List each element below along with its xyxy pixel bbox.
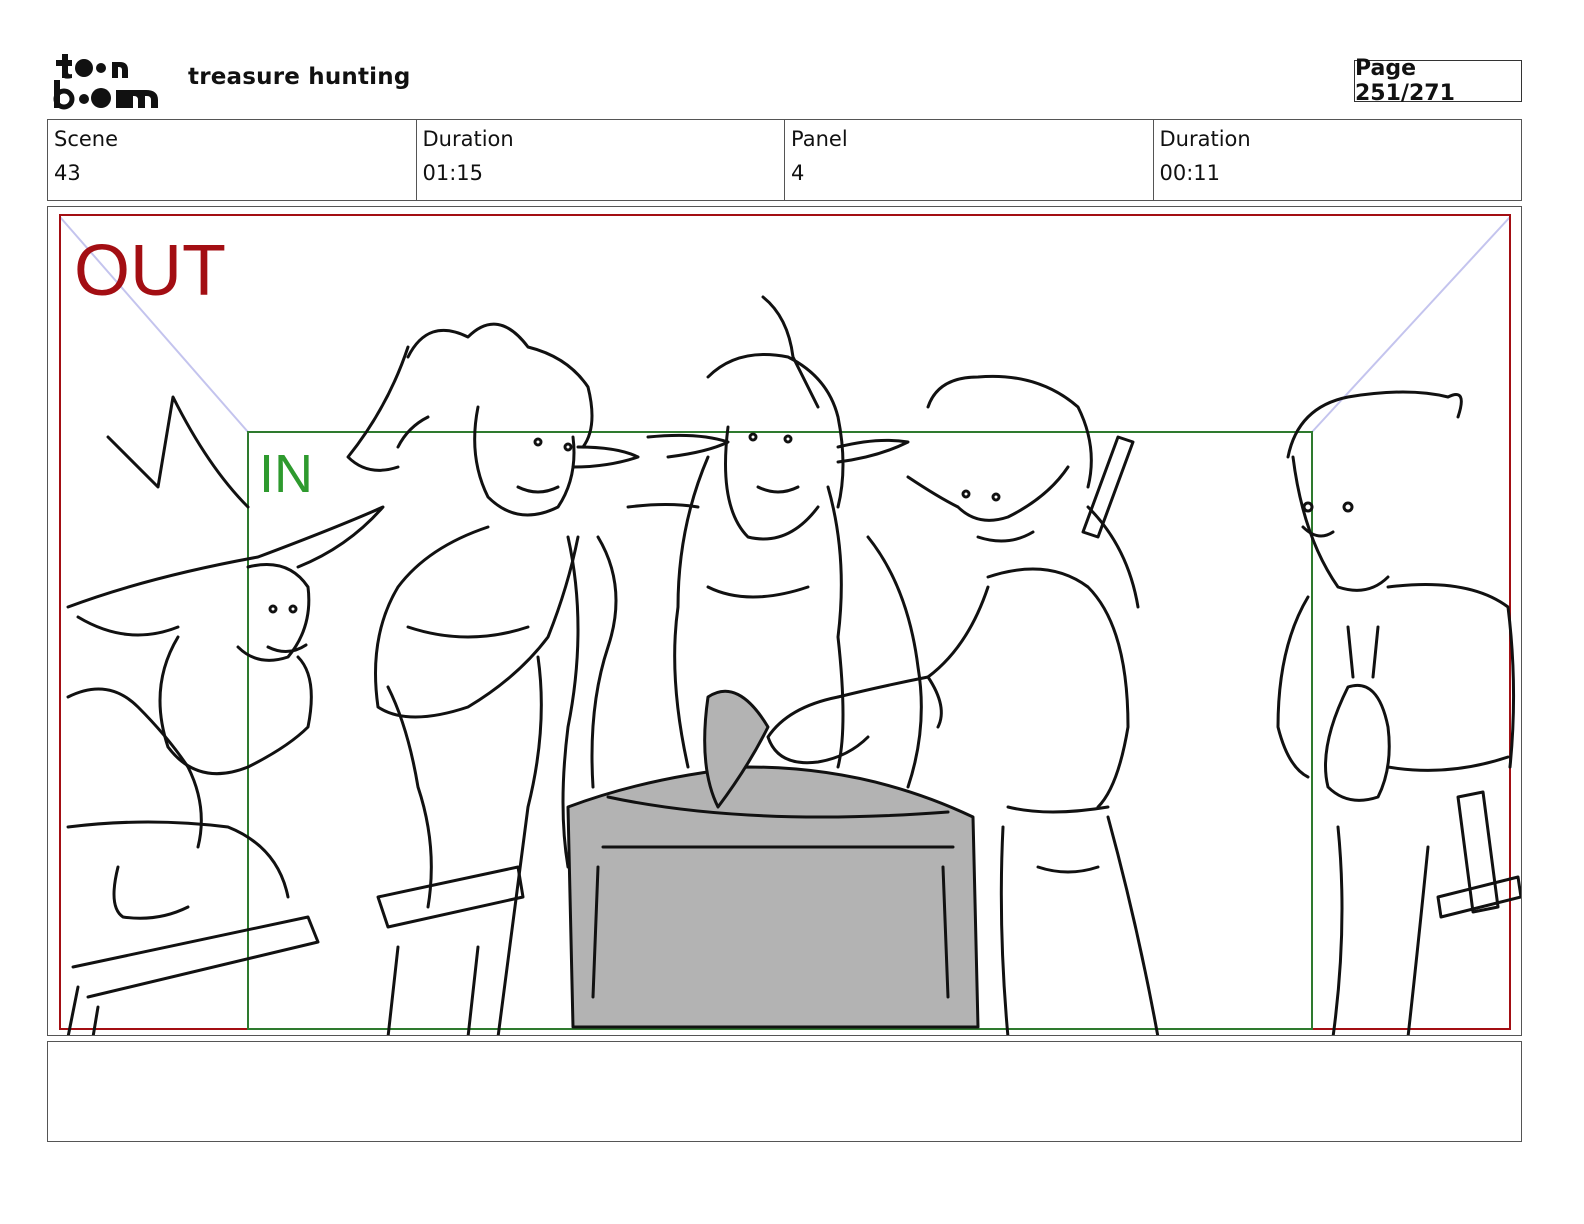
in-label: IN <box>259 444 313 504</box>
scene-label: Scene <box>54 127 119 151</box>
dwarf-wizard-sketch <box>66 395 385 1035</box>
treasure-pedestal-sketch <box>566 689 980 1029</box>
storyboard-panel: OUT IN <box>47 206 1522 1036</box>
scene-info-table: Scene 43 Duration 01:15 Panel 4 Duration… <box>47 119 1522 201</box>
page-indicator: Page 251/271 <box>1354 56 1522 106</box>
human-helmet-sketch <box>1276 390 1521 1035</box>
panel-drawing <box>59 214 1521 1035</box>
panel-duration-cell: Duration 00:11 <box>1154 120 1522 200</box>
panel-duration-value: 00:11 <box>1159 161 1221 185</box>
toonboom-logo <box>50 50 166 112</box>
project-title: treasure hunting <box>188 64 411 90</box>
scene-value: 43 <box>54 161 81 185</box>
scene-cell: Scene 43 <box>48 120 417 200</box>
scene-duration-value: 01:15 <box>422 161 484 185</box>
panel-cell: Panel 4 <box>785 120 1154 200</box>
scene-duration-label: Duration <box>422 127 514 151</box>
scene-duration-cell: Duration 01:15 <box>417 120 785 200</box>
panel-duration-label: Duration <box>1159 127 1251 151</box>
panel-value: 4 <box>791 161 805 185</box>
panel-notes-box <box>47 1041 1522 1142</box>
out-label: OUT <box>74 231 226 311</box>
panel-label: Panel <box>791 127 848 151</box>
